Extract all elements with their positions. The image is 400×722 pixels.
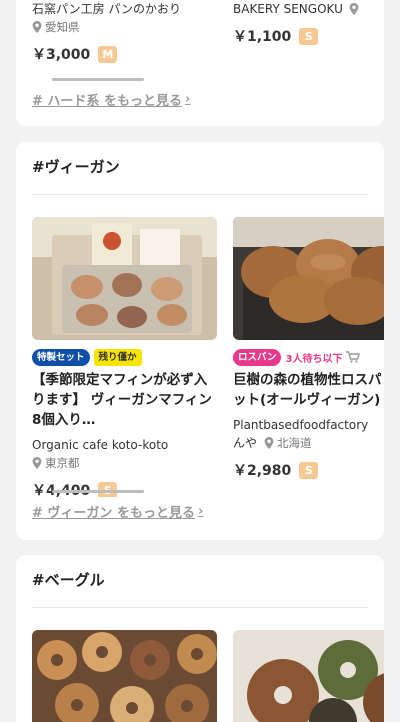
bagel-item-1[interactable] [32,630,217,722]
size-badge: M [98,45,118,63]
tag-loss-bread: ロスパン [233,348,282,366]
more-link-label: # ハード系 をもっと見る [32,94,182,109]
bagels-image-2 [233,630,384,722]
shop-name: Plantbasedfoodfactory [233,418,369,432]
bagel-items-carousel[interactable] [32,630,384,722]
bagel-section-card: #ベーグル [16,555,384,722]
bread-loaf-image [233,217,384,340]
carousel-scrollbar[interactable] [52,78,144,81]
product-image-muffins[interactable] [32,217,217,340]
shop-name: Organic cafe koto-koto [32,438,169,452]
bagel-item-2[interactable] [233,630,384,722]
tag-waiting: 3人待ち以下 [285,353,343,365]
tag-row: ロスパン 3人待ち以下 [233,348,384,366]
shop-name-suffix: んや [233,436,258,450]
product-title[interactable]: 巨樹の森の植物性ロスパンセット(オールヴィーガン) [233,370,384,410]
hard-item-1[interactable]: 石窯パン工房 パンのかおり 愛知県 ￥3,000 M [32,0,217,64]
more-link-label: # ヴィーガン をもっと見る [32,506,195,521]
vegan-more-link[interactable]: # ヴィーガン をもっと見る › [32,502,203,521]
tag-row: 特製セット 残り僅か [32,348,217,366]
vegan-item-2[interactable]: ロスパン 3人待ち以下 巨樹の森の植物性ロスパンセット(オールヴィーガン) Pl… [233,217,384,480]
location-text: 愛知県 [45,20,80,34]
location-pin-icon [264,437,274,449]
location: んや 北海道 [233,434,384,452]
hard-item-2[interactable]: BAKERY SENGOKU ￥1,100 S [233,0,384,46]
chevron-right-icon: › [197,504,204,519]
location-pin-icon [349,3,359,15]
product-image-bagels-2[interactable] [233,630,384,722]
vegan-items-carousel[interactable]: 特製セット 残り僅か 【季節限定マフィンが必ず入ります】 ヴィーガンマフィン 8… [32,217,384,497]
cart-icon [346,351,361,363]
section-title: #ベーグル [32,571,105,589]
tag-special-set: 特製セット [32,348,90,366]
bagels-image [32,630,217,722]
tag-few-left: 残り僅か [93,348,142,366]
shop-row: BAKERY SENGOKU [233,0,384,18]
location-text: 北海道 [277,436,312,450]
price: ￥4,400 [32,480,90,497]
price-row: ￥1,100 S [233,26,384,46]
price-row: ￥3,000 M [32,44,217,64]
hard-section-card: 石窯パン工房 パンのかおり 愛知県 ￥3,000 M BAKERY SENGOK… [16,0,384,126]
vegan-section-card: #ヴィーガン 特製セット 残り僅か 【季節限定マフィンが必ず入ります】 ヴィーガ… [16,142,384,540]
price-row: ￥2,980 S [233,460,384,480]
location: 愛知県 [32,18,217,36]
vegan-item-1[interactable]: 特製セット 残り僅か 【季節限定マフィンが必ず入ります】 ヴィーガンマフィン 8… [32,217,217,497]
location-text: 東京都 [45,456,80,470]
shop-name: BAKERY SENGOKU [233,2,343,16]
location: 東京都 [32,454,217,472]
price: ￥2,980 [233,463,292,479]
muffin-box-image [32,217,217,340]
shop-name: 石窯パン工房 パンのかおり [32,2,182,16]
size-badge: S [299,461,319,479]
product-image-bagels[interactable] [32,630,217,722]
price: ￥1,100 [233,29,292,45]
divider [32,607,368,608]
hard-more-link[interactable]: # ハード系 をもっと見る › [32,90,190,109]
chevron-right-icon: › [184,92,191,107]
divider [32,194,368,195]
size-badge: S [299,27,319,45]
price: ￥3,000 [32,47,91,63]
carousel-scrollbar[interactable] [52,490,144,493]
product-title[interactable]: 【季節限定マフィンが必ず入ります】 ヴィーガンマフィン 8個入り… [32,370,217,430]
location-pin-icon [32,21,42,33]
product-image-bread[interactable] [233,217,384,340]
location-pin-icon [32,457,42,469]
price-row: ￥4,400 S [32,480,217,497]
hard-items-carousel[interactable]: 石窯パン工房 パンのかおり 愛知県 ￥3,000 M BAKERY SENGOK… [32,0,384,90]
section-title: #ヴィーガン [32,158,120,176]
